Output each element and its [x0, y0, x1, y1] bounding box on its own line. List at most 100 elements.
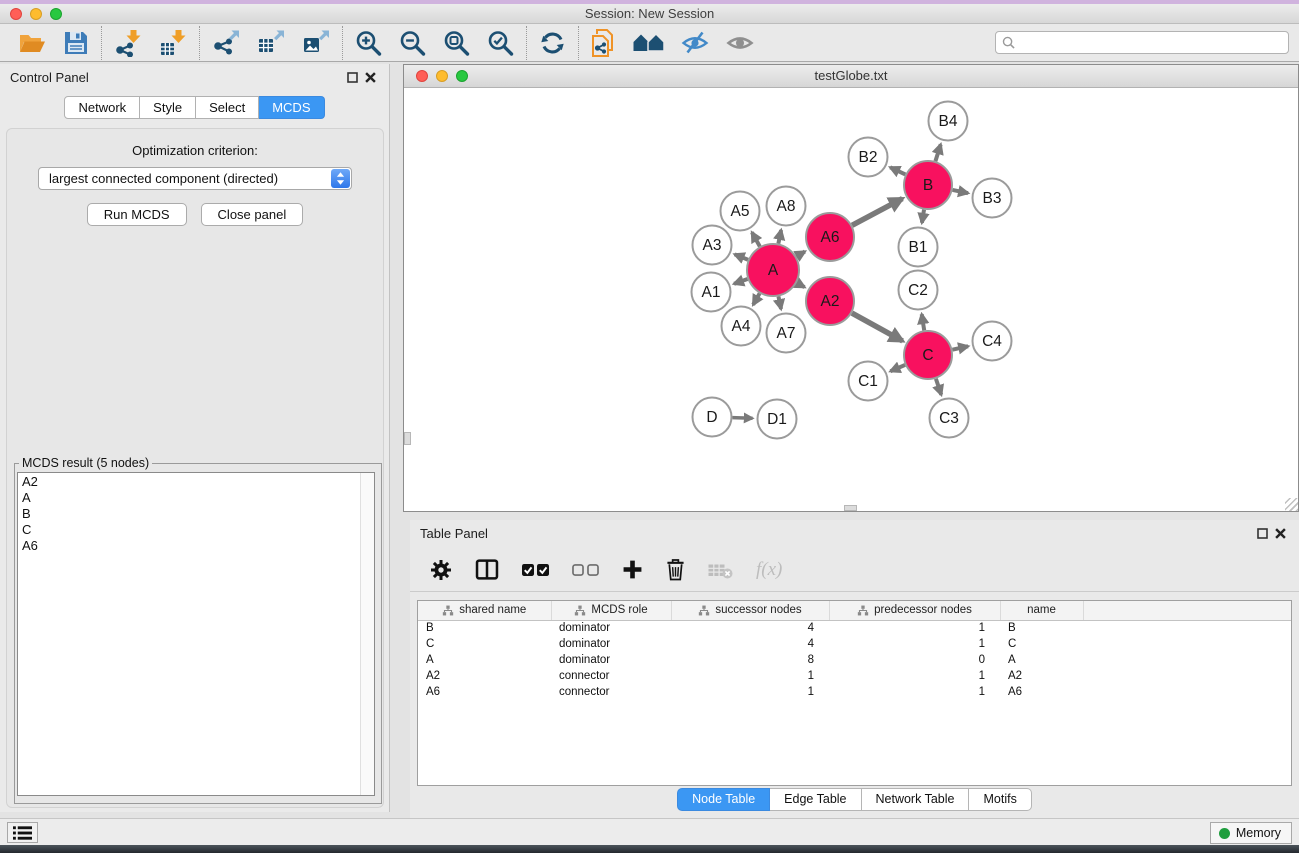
- graph-node-B1[interactable]: B1: [899, 228, 938, 267]
- graph-node-B3[interactable]: B3: [973, 179, 1012, 218]
- tab-style[interactable]: Style: [140, 96, 196, 119]
- tab-node-table[interactable]: Node Table: [677, 788, 770, 811]
- tab-mcds[interactable]: MCDS: [259, 96, 324, 119]
- graph-edge-B-B1[interactable]: [922, 210, 924, 223]
- table-cell[interactable]: B: [418, 620, 551, 636]
- table-cell[interactable]: connector: [551, 668, 671, 684]
- graph-edge-C-C3[interactable]: [936, 379, 941, 395]
- table-row[interactable]: Bdominator41B: [418, 620, 1292, 636]
- table-cell[interactable]: A6: [1000, 684, 1083, 700]
- mcds-result-listbox[interactable]: A2ABCA6: [17, 472, 375, 796]
- network-minimize-button[interactable]: [436, 70, 448, 82]
- table-cell[interactable]: A6: [418, 684, 551, 700]
- graph-edge-B-B4[interactable]: [935, 144, 940, 161]
- tab-select[interactable]: Select: [196, 96, 259, 119]
- float-panel-button[interactable]: [343, 69, 361, 85]
- create-column-button[interactable]: [622, 559, 643, 580]
- graph-edge-A-A7[interactable]: [778, 296, 781, 309]
- save-session-button[interactable]: [62, 29, 90, 57]
- mcds-result-item[interactable]: B: [22, 506, 374, 522]
- graph-node-A[interactable]: A: [747, 244, 799, 296]
- tab-network-table[interactable]: Network Table: [862, 788, 970, 811]
- zoom-fit-button[interactable]: [442, 29, 471, 57]
- export-network-button[interactable]: [211, 29, 241, 57]
- network-graph[interactable]: B4B2BB3A5A8A6B1A3AA1A2C2A4A7CC4C1C3DD1: [404, 88, 1298, 511]
- network-zoom-button[interactable]: [456, 70, 468, 82]
- network-close-button[interactable]: [416, 70, 428, 82]
- column-header-name[interactable]: name: [1000, 601, 1083, 620]
- graph-edge-C-C1[interactable]: [890, 365, 905, 371]
- table-cell[interactable]: A: [418, 652, 551, 668]
- function-builder-button[interactable]: f(x): [756, 559, 782, 581]
- import-network-button[interactable]: [113, 29, 143, 57]
- graph-edge-B-B3[interactable]: [952, 190, 967, 193]
- graph-edge-A-A2[interactable]: [797, 283, 805, 287]
- graph-edge-C-C4[interactable]: [952, 346, 968, 349]
- export-image-button[interactable]: [301, 29, 331, 57]
- table-row[interactable]: A2connector11A2: [418, 668, 1292, 684]
- criterion-select[interactable]: largest connected component (directed): [38, 167, 352, 190]
- refresh-layout-button[interactable]: [538, 29, 567, 57]
- graph-node-A6[interactable]: A6: [806, 213, 854, 261]
- column-header-shared-name[interactable]: shared name: [418, 601, 551, 620]
- graph-node-B[interactable]: B: [904, 161, 952, 209]
- graph-edge-A2-C[interactable]: [852, 313, 903, 341]
- float-table-panel-button[interactable]: [1253, 525, 1271, 541]
- graph-node-C4[interactable]: C4: [973, 322, 1012, 361]
- graph-edge-A-A8[interactable]: [778, 230, 781, 244]
- table-cell[interactable]: A2: [1000, 668, 1083, 684]
- table-cell[interactable]: 1: [829, 684, 1000, 700]
- hide-graphics-details-button[interactable]: [680, 29, 710, 57]
- mcds-list-scrollbar[interactable]: [360, 473, 374, 795]
- table-cell[interactable]: 1: [829, 636, 1000, 652]
- table-cell[interactable]: 1: [829, 620, 1000, 636]
- mcds-result-item[interactable]: A2: [22, 474, 374, 490]
- table-cell[interactable]: 1: [671, 668, 829, 684]
- table-cell[interactable]: 0: [829, 652, 1000, 668]
- delete-columns-button[interactable]: [666, 558, 685, 581]
- table-cell[interactable]: dominator: [551, 636, 671, 652]
- zoom-out-button[interactable]: [398, 29, 427, 57]
- table-cell[interactable]: A2: [418, 668, 551, 684]
- table-cell[interactable]: B: [1000, 620, 1083, 636]
- search-field[interactable]: [995, 31, 1289, 54]
- close-table-panel-button[interactable]: [1271, 525, 1289, 541]
- mcds-result-item[interactable]: A: [22, 490, 374, 506]
- tab-edge-table[interactable]: Edge Table: [770, 788, 861, 811]
- tab-motifs[interactable]: Motifs: [969, 788, 1031, 811]
- graph-node-B2[interactable]: B2: [849, 138, 888, 177]
- show-task-history-button[interactable]: [7, 822, 38, 843]
- import-table-button[interactable]: [158, 29, 188, 57]
- graph-node-A1[interactable]: A1: [692, 273, 731, 312]
- graph-node-A7[interactable]: A7: [767, 314, 806, 353]
- graph-edge-A-A6[interactable]: [796, 252, 805, 257]
- canvas-left-scroll-handle[interactable]: [404, 432, 411, 445]
- graph-node-A8[interactable]: A8: [767, 187, 806, 226]
- table-cell[interactable]: 8: [671, 652, 829, 668]
- table-cell[interactable]: C: [1000, 636, 1083, 652]
- table-cell[interactable]: 4: [671, 636, 829, 652]
- column-header-successor-nodes[interactable]: successor nodes: [671, 601, 829, 620]
- minimize-window-button[interactable]: [30, 8, 42, 20]
- table-cell[interactable]: dominator: [551, 652, 671, 668]
- table-cell[interactable]: dominator: [551, 620, 671, 636]
- close-window-button[interactable]: [10, 8, 22, 20]
- search-input[interactable]: [1019, 36, 1282, 50]
- table-cell[interactable]: A: [1000, 652, 1083, 668]
- export-table-button[interactable]: [256, 29, 286, 57]
- graph-edge-A-A4[interactable]: [753, 293, 759, 304]
- zoom-selected-button[interactable]: [486, 29, 515, 57]
- table-cell[interactable]: C: [418, 636, 551, 652]
- graph-node-D1[interactable]: D1: [758, 400, 797, 439]
- graph-node-B4[interactable]: B4: [929, 102, 968, 141]
- canvas-bottom-scroll-handle[interactable]: [844, 505, 857, 511]
- zoom-window-button[interactable]: [50, 8, 62, 20]
- graph-node-C1[interactable]: C1: [849, 362, 888, 401]
- network-from-selection-button[interactable]: [590, 28, 618, 58]
- graph-node-A4[interactable]: A4: [722, 307, 761, 346]
- graph-node-C3[interactable]: C3: [930, 399, 969, 438]
- network-canvas[interactable]: B4B2BB3A5A8A6B1A3AA1A2C2A4A7CC4C1C3DD1: [404, 88, 1298, 511]
- table-cell[interactable]: 4: [671, 620, 829, 636]
- table-row[interactable]: A6connector11A6: [418, 684, 1292, 700]
- table-settings-button[interactable]: [430, 559, 452, 581]
